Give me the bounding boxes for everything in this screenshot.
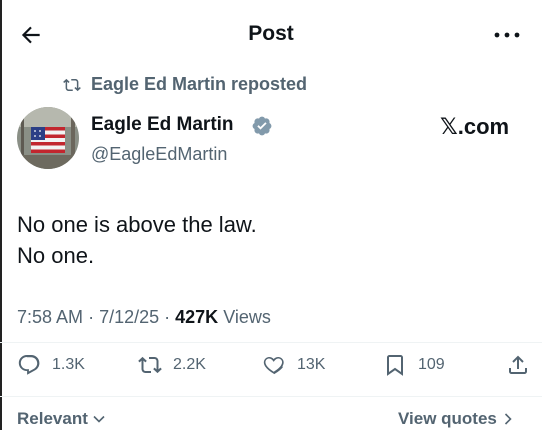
page-title: Post [248,22,294,45]
repost-icon [62,76,82,94]
window-edge [0,0,2,430]
repost-button[interactable]: 2.2K [138,352,206,378]
chevron-down-icon [93,415,105,423]
share-icon [509,355,527,374]
more-button[interactable] [492,22,522,48]
chevron-right-icon [504,413,512,425]
reposted-by-label[interactable]: Eagle Ed Martin reposted [91,74,307,95]
post-time[interactable]: 7:58 AM [17,307,83,327]
bookmark-icon [387,355,403,376]
repost-icon [138,356,162,374]
divider [0,342,542,343]
verified-badge-icon [251,115,273,137]
view-quotes-label: View quotes [398,409,497,428]
author-handle[interactable]: @EagleEdMartin [91,144,227,165]
post-meta: 7:58 AM · 7/12/25 · 427K Views [17,307,271,328]
views-label: Views [223,307,271,327]
heart-icon [263,356,284,375]
separator-dot: · [88,307,100,327]
author-name[interactable]: Eagle Ed Martin [91,114,234,136]
like-button[interactable]: 13K [262,352,325,378]
bookmark-button[interactable]: 109 [383,352,445,378]
avatar[interactable] [17,107,79,169]
source-label: 𝕏.com [440,114,510,139]
divider [0,396,542,397]
more-horizontal-icon [494,32,520,38]
view-quotes-link[interactable]: View quotes [398,409,515,429]
reply-icon [18,355,40,375]
reply-button[interactable]: 1.3K [17,352,85,378]
reply-count: 1.3K [52,356,85,373]
avatar-image [17,107,79,169]
separator-dot: · [164,307,176,327]
views-count: 427K [175,307,219,327]
repost-count: 2.2K [173,356,206,373]
sort-dropdown[interactable]: Relevant [17,409,106,429]
bookmark-count: 109 [418,356,445,373]
post-date[interactable]: 7/12/25 [99,307,159,327]
sort-label: Relevant [17,409,88,428]
like-count: 13K [297,356,326,373]
share-button[interactable] [506,352,530,378]
post-text-line-2: No one. [17,243,95,268]
post-text-line-1: No one is above the law. [17,212,257,237]
